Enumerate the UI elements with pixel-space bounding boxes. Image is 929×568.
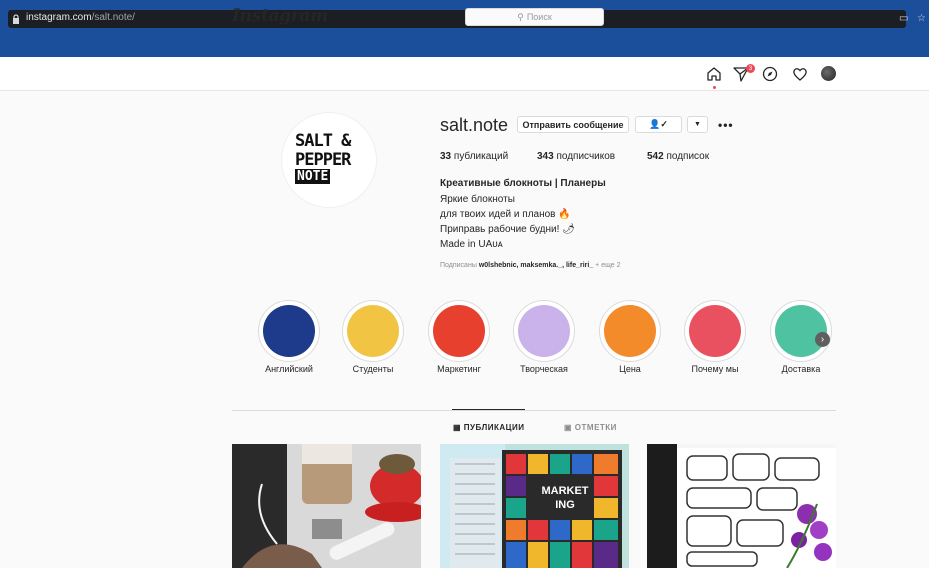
bio-line: Яркие блокноты [440, 194, 515, 205]
following-button[interactable]: 👤✓ [635, 116, 682, 133]
brand-logo: SALT & PEPPER NOTE [295, 131, 357, 191]
followers-count[interactable]: 343 подписчиков [537, 151, 615, 162]
profile-username: salt.note [440, 115, 509, 135]
price-tag-icon [604, 305, 656, 357]
heart-icon[interactable] [792, 66, 808, 82]
search-placeholder: Поиск [526, 12, 552, 22]
lock-icon [13, 14, 19, 24]
search-icon: ⚲ [517, 11, 524, 22]
tab-tagged[interactable]: ▣ ОТМЕТКИ [564, 423, 617, 432]
following-count[interactable]: 542 подписок [647, 151, 709, 162]
coffee-desk-photo [232, 444, 421, 568]
address-bar[interactable] [8, 10, 906, 28]
highlight-marketing[interactable] [428, 300, 490, 362]
logo-line-3: NOTE [295, 169, 331, 184]
highlight-why-us[interactable] [684, 300, 746, 362]
posts-count: 33 публикаций [440, 151, 509, 162]
person-check-icon: 👤✓ [649, 119, 668, 129]
highlight-students[interactable] [342, 300, 404, 362]
active-tab-indicator [452, 409, 525, 410]
tabs-divider [232, 410, 836, 411]
chili-pepper-icon [433, 305, 485, 357]
tab-search-icon[interactable]: ▭ [899, 13, 908, 24]
bio-title: Креативные блокноты | Планеры [440, 178, 606, 189]
bio-line: Made in UAᴜᴀ [440, 239, 503, 250]
chevron-down-icon: ▼ [694, 121, 701, 128]
bookmark-star-icon[interactable]: ☆ [917, 13, 926, 24]
highlight-delivery[interactable] [770, 300, 832, 362]
england-flag-icon [263, 305, 315, 357]
send-message-button[interactable]: Отправить сообщение [517, 116, 629, 133]
highlight-label: Английский [265, 364, 313, 374]
star-anise-icon [689, 305, 741, 357]
highlight-label: Студенты [352, 364, 394, 374]
post-thumbnail[interactable] [232, 444, 421, 568]
highlight-english[interactable] [258, 300, 320, 362]
doodle-notebook-photo [647, 444, 836, 568]
post-overlay-line-2: ING [555, 499, 575, 511]
url-path: /salt.note/ [91, 12, 135, 23]
highlight-price[interactable] [599, 300, 661, 362]
chevron-right-icon[interactable]: › [815, 332, 830, 347]
url-text[interactable]: instagram.com/salt.note/ [26, 12, 135, 23]
home-active-dot [713, 86, 716, 89]
logo-line-1: SALT & [295, 131, 351, 151]
post-overlay-line-1: MARKET [541, 485, 588, 497]
search-input[interactable]: ⚲ Поиск [465, 8, 604, 26]
highlight-label: Маркетинг [437, 364, 481, 374]
instagram-header [0, 57, 929, 91]
bio-line: для твоих идей и планов 🔥 [440, 209, 571, 220]
tag-icon: ▣ [564, 423, 573, 432]
bio-line: Приправь рабочие будни! 🌶 [440, 224, 575, 235]
grid-icon: ▦ [453, 423, 462, 432]
highlight-label: Творческая [520, 364, 568, 374]
highlight-creative[interactable] [513, 300, 575, 362]
instagram-logo[interactable]: Instagram [232, 6, 328, 26]
more-options-icon[interactable]: ••• [718, 118, 734, 132]
lemon-icon [347, 305, 399, 357]
followed-by[interactable]: Подписаны w0lshebnic, maksemka._, life_r… [440, 262, 621, 269]
highlight-label: Доставка [781, 364, 821, 374]
profile-avatar-nav[interactable] [821, 66, 836, 81]
logo-line-2: PEPPER [295, 150, 351, 170]
highlight-label: Цена [619, 364, 641, 374]
explore-compass-icon[interactable] [762, 66, 778, 82]
tab-posts[interactable]: ▦ ПУБЛИКАЦИИ [453, 423, 524, 432]
lavender-icon [518, 305, 570, 357]
suggestions-dropdown-button[interactable]: ▼ [687, 116, 708, 133]
notification-badge: 3 [746, 64, 755, 73]
marketing-notebook-photo: MARKET ING [440, 444, 629, 568]
post-thumbnail[interactable]: MARKET ING [440, 444, 629, 568]
home-icon[interactable] [706, 66, 722, 82]
highlight-label: Почему мы [691, 364, 739, 374]
garlic-icon [775, 305, 827, 357]
post-thumbnail[interactable] [647, 444, 836, 568]
url-host: instagram.com [26, 12, 92, 23]
